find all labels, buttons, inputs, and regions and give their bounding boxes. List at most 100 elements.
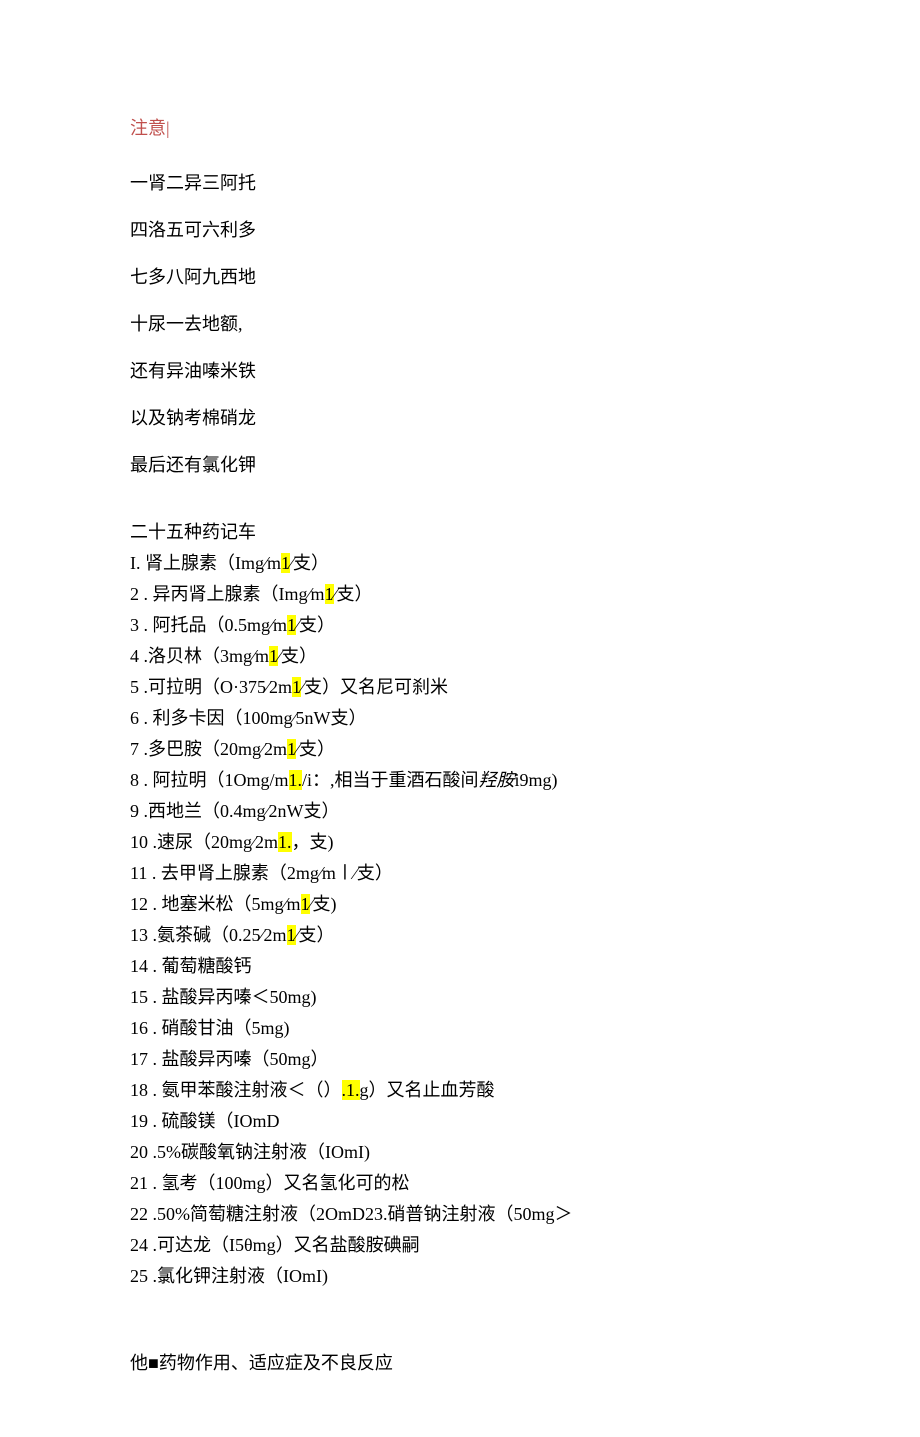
drug-text-post: /i：,相当于重酒石酸间 <box>302 770 479 790</box>
drug-text-pre: .西地兰（0.4mg⁄2nW支） <box>139 801 340 821</box>
drug-item: 7 .多巴胺（20mg⁄2m1⁄支） <box>130 736 790 763</box>
footer-heading: 他■药物作用、适应症及不良反应 <box>130 1350 790 1377</box>
document-page: 注意| 一肾二异三阿托 四洛五可六利多 七多八阿九西地 十尿一去地额, 还有异油… <box>0 0 920 1437</box>
highlight-text: 1 <box>287 739 296 759</box>
drug-number: 20 <box>130 1142 148 1162</box>
highlight-text: 1. <box>278 832 292 852</box>
mnemonic-line: 一肾二异三阿托 <box>130 170 790 197</box>
drug-text-pre: . 盐酸异丙嗪＜50mg) <box>148 987 317 1007</box>
drug-number: 4 <box>130 646 139 666</box>
drug-text-pre: .多巴胺（20mg⁄2m <box>139 739 287 759</box>
drug-number: I. <box>130 553 141 573</box>
drug-item: 14 . 葡萄糖酸钙 <box>130 953 790 980</box>
drug-number: 15 <box>130 987 148 1007</box>
drug-text-post: ，支) <box>292 832 334 852</box>
drug-item: 8 . 阿拉明（1Omg/m1./i：,相当于重酒石酸间羟胺i9mg) <box>130 767 790 794</box>
drug-text-post: ⁄支） <box>296 615 335 635</box>
drug-text-pre: . 利多卡因（100mg⁄5nW支） <box>139 708 367 728</box>
drug-text-pre: . 盐酸异丙嗪（50mg） <box>148 1049 329 1069</box>
drug-number: 22 <box>130 1204 148 1224</box>
mnemonic-line: 七多八阿九西地 <box>130 264 790 291</box>
highlight-text: 1 <box>287 925 296 945</box>
drug-number: 11 <box>130 863 147 883</box>
drug-text-post: g）又名止血芳酸 <box>360 1080 495 1100</box>
drug-list-title: 二十五种药记车 <box>130 519 790 546</box>
drug-number: 6 <box>130 708 139 728</box>
drug-text-pre: . 葡萄糖酸钙 <box>148 956 252 976</box>
drug-item: 21 . 氢考（100mg）又名氢化可的松 <box>130 1170 790 1197</box>
drug-text-post2: i9mg) <box>515 770 558 790</box>
highlight-text: 1 <box>287 615 296 635</box>
drug-item: 25 .氯化钾注射液（IOmI) <box>130 1263 790 1290</box>
drug-item: 19 . 硫酸镁（IOmD <box>130 1108 790 1135</box>
highlight-text: 1 <box>325 584 334 604</box>
drug-number: 24 <box>130 1235 148 1255</box>
drug-text-post: ⁄支） <box>334 584 373 604</box>
drug-number: 5 <box>130 677 139 697</box>
note-header: 注意| <box>130 115 790 142</box>
drug-number: 19 <box>130 1111 148 1131</box>
drug-item: 9 .西地兰（0.4mg⁄2nW支） <box>130 798 790 825</box>
mnemonic-block: 一肾二异三阿托 四洛五可六利多 七多八阿九西地 十尿一去地额, 还有异油嗪米铁 … <box>130 170 790 479</box>
drug-item: 12 . 地塞米松（5mg⁄m1⁄支) <box>130 891 790 918</box>
drug-number: 25 <box>130 1266 148 1286</box>
drug-list: I. 肾上腺素（Img⁄m1⁄支）2 . 异丙肾上腺素（Img⁄m1⁄支）3 .… <box>130 550 790 1290</box>
drug-item: 13 .氨茶碱（0.25⁄2m1⁄支） <box>130 922 790 949</box>
drug-text-post: ⁄支） <box>296 739 335 759</box>
drug-text-post: ⁄支） <box>290 553 329 573</box>
drug-number: 13 <box>130 925 148 945</box>
drug-text-pre: . 异丙肾上腺素（Img⁄m <box>139 584 325 604</box>
highlight-text: 1 <box>281 553 290 573</box>
drug-number: 2 <box>130 584 139 604</box>
highlight-text: 1 <box>301 894 310 914</box>
drug-text-pre: . 氢考（100mg）又名氢化可的松 <box>148 1173 410 1193</box>
drug-text-pre: . 去甲肾上腺素（2mg⁄m㇑⁄支） <box>147 863 393 883</box>
mnemonic-line: 十尿一去地额, <box>130 311 790 338</box>
drug-number: 10 <box>130 832 148 852</box>
drug-text-post: ⁄支) <box>310 894 337 914</box>
drug-number: 21 <box>130 1173 148 1193</box>
drug-text-pre: . 阿托品（0.5mg⁄m <box>139 615 287 635</box>
drug-item: 15 . 盐酸异丙嗪＜50mg) <box>130 984 790 1011</box>
drug-text-pre: .洛贝林（3mg⁄m <box>139 646 269 666</box>
drug-item: 4 .洛贝林（3mg⁄m1⁄支） <box>130 643 790 670</box>
drug-text-pre: . 地塞米松（5mg⁄m <box>148 894 301 914</box>
drug-item: 22 .50%简萄糖注射液（2OmD23.硝普钠注射液（50mg＞ <box>130 1201 790 1228</box>
mnemonic-line: 最后还有氯化钾 <box>130 452 790 479</box>
drug-text-pre: .50%简萄糖注射液（2OmD23.硝普钠注射液（50mg＞ <box>148 1204 573 1224</box>
mnemonic-line: 还有异油嗪米铁 <box>130 358 790 385</box>
highlight-text: .1. <box>342 1080 360 1100</box>
drug-text-post: ⁄支） <box>296 925 335 945</box>
drug-text-pre: .速尿（20mg⁄2m <box>148 832 278 852</box>
drug-text-pre: .氨茶碱（0.25⁄2m <box>148 925 287 945</box>
drug-item: 17 . 盐酸异丙嗪（50mg） <box>130 1046 790 1073</box>
highlight-text: 1. <box>289 770 303 790</box>
drug-number: 14 <box>130 956 148 976</box>
drug-text-post: ⁄支） <box>278 646 317 666</box>
mnemonic-line: 四洛五可六利多 <box>130 217 790 244</box>
mnemonic-line: 以及钠考棉硝龙 <box>130 405 790 432</box>
drug-text-pre: .可拉明（O·375⁄2m <box>139 677 292 697</box>
drug-item: 3 . 阿托品（0.5mg⁄m1⁄支） <box>130 612 790 639</box>
drug-number: 16 <box>130 1018 148 1038</box>
drug-text-pre: . 氨甲苯酸注射液＜（） <box>148 1080 342 1100</box>
drug-number: 3 <box>130 615 139 635</box>
drug-text-pre: . 阿拉明（1Omg/m <box>139 770 289 790</box>
highlight-text: 1 <box>292 677 301 697</box>
drug-item: 11 . 去甲肾上腺素（2mg⁄m㇑⁄支） <box>130 860 790 887</box>
drug-text-pre: .氯化钾注射液（IOmI) <box>148 1266 328 1286</box>
drug-number: 9 <box>130 801 139 821</box>
drug-number: 7 <box>130 739 139 759</box>
drug-text-pre: .可达龙（I5θmg）又名盐酸胺碘嗣 <box>148 1235 420 1255</box>
drug-item: 18 . 氨甲苯酸注射液＜（）.1.g）又名止血芳酸 <box>130 1077 790 1104</box>
drug-number: 18 <box>130 1080 148 1100</box>
drug-number: 12 <box>130 894 148 914</box>
drug-item: 16 . 硝酸甘油（5mg) <box>130 1015 790 1042</box>
drug-item: 24 .可达龙（I5θmg）又名盐酸胺碘嗣 <box>130 1232 790 1259</box>
drug-item: 5 .可拉明（O·375⁄2m1⁄支）又名尼可刹米 <box>130 674 790 701</box>
drug-item: 6 . 利多卡因（100mg⁄5nW支） <box>130 705 790 732</box>
italic-text: 羟胺 <box>479 770 515 790</box>
drug-text-pre: 肾上腺素（Img⁄m <box>141 553 282 573</box>
drug-item: I. 肾上腺素（Img⁄m1⁄支） <box>130 550 790 577</box>
drug-item: 20 .5%碳酸氧钠注射液（IOmI) <box>130 1139 790 1166</box>
